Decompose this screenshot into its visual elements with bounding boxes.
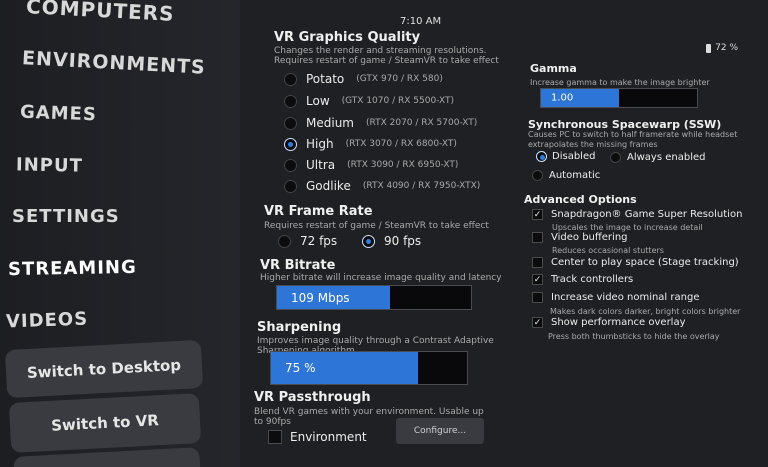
passthrough-desc-line2: to 90fps: [254, 417, 291, 427]
video-buffering-checkbox[interactable]: [532, 232, 543, 243]
advanced-options-title: Advanced Options: [524, 193, 637, 206]
option-video-buffering[interactable]: Video buffering: [532, 232, 628, 243]
ssw-option-disabled[interactable]: Disabled: [536, 151, 595, 162]
gamma-desc: Increase gamma to make the image brighte…: [530, 78, 710, 87]
switch-to-vr-button[interactable]: Switch to VR: [8, 393, 202, 453]
option-label: Track controllers: [551, 274, 634, 285]
option-label: Video buffering: [551, 232, 628, 243]
nav-item-streaming[interactable]: STREAMING: [8, 257, 137, 280]
option-label: Center to play space (Stage tracking): [551, 257, 739, 268]
quality-option-low[interactable]: Low (GTX 1070 / RX 5500-XT): [284, 94, 454, 108]
ssw-option-always[interactable]: Always enabled: [610, 152, 705, 163]
bitrate-desc: Higher bitrate will increase image quali…: [260, 273, 502, 283]
quality-gpu: (RTX 3090 / RX 6950-XT): [347, 160, 459, 170]
option-label: Snapdragon® Game Super Resolution: [551, 209, 743, 220]
battery-level: 72 %: [715, 43, 738, 53]
environment-checkbox[interactable]: [268, 430, 282, 444]
quality-label: Potato: [306, 72, 345, 86]
radio-ssw-disabled[interactable]: [536, 151, 547, 162]
quality-option-ultra[interactable]: Ultra (RTX 3090 / RX 6950-XT): [284, 158, 458, 172]
sidebar: COMPUTERS ENVIRONMENTS GAMES INPUT SETTI…: [0, 0, 240, 467]
nav-item-settings[interactable]: SETTINGS: [12, 206, 120, 227]
option-performance-overlay[interactable]: ✓ Show performance overlay: [532, 317, 686, 328]
ssw-label: Automatic: [549, 170, 601, 181]
radio-ssw-always[interactable]: [610, 152, 621, 163]
sharpening-slider[interactable]: 75 %: [270, 351, 468, 385]
option-desc: Makes dark colors darker, bright colors …: [550, 307, 741, 316]
option-label: Show performance overlay: [551, 317, 686, 328]
fps-label: 72 fps: [300, 234, 338, 248]
radio-72fps[interactable]: [278, 234, 291, 248]
nav-item-computers[interactable]: COMPUTERS: [25, 0, 175, 26]
sharpening-title: Sharpening: [257, 320, 342, 335]
battery-icon: [706, 43, 712, 53]
super-resolution-checkbox[interactable]: ✓: [532, 209, 543, 220]
nav-item-videos[interactable]: VIDEOS: [6, 309, 89, 333]
bitrate-title: VR Bitrate: [260, 258, 336, 273]
track-controllers-checkbox[interactable]: ✓: [532, 274, 543, 285]
sharpening-value: 75 %: [285, 361, 316, 375]
battery-status: 72 %: [706, 43, 738, 53]
quality-gpu: (GTX 970 / RX 580): [356, 74, 443, 84]
quality-option-godlike[interactable]: Godlike (RTX 4090 / RX 7950-XTX): [284, 179, 480, 193]
nominal-range-checkbox[interactable]: [532, 292, 543, 303]
passthrough-title: VR Passthrough: [254, 390, 371, 405]
frame-rate-title: VR Frame Rate: [264, 204, 373, 219]
gamma-value: 1.00: [551, 92, 574, 104]
frame-rate-desc: Requires restart of game / SteamVR to ta…: [264, 221, 489, 231]
fps-option-90[interactable]: 90 fps: [362, 234, 421, 248]
configure-button[interactable]: Configure...: [396, 418, 484, 444]
radio-ssw-automatic[interactable]: [532, 170, 543, 181]
radio-90fps[interactable]: [362, 234, 375, 248]
clock: 7:10 AM: [400, 16, 442, 27]
quality-label: Medium: [306, 116, 354, 130]
performance-overlay-checkbox[interactable]: ✓: [532, 317, 543, 328]
nav-item-games[interactable]: GAMES: [20, 102, 98, 126]
environment-label: Environment: [290, 430, 367, 444]
option-track-controllers[interactable]: ✓ Track controllers: [532, 274, 633, 285]
quality-gpu: (RTX 4090 / RX 7950-XTX): [362, 181, 481, 191]
bitrate-slider[interactable]: 109 Mbps: [276, 285, 472, 310]
quality-option-medium[interactable]: Medium (RTX 2070 / RX 5700-XT): [284, 116, 477, 130]
gamma-title: Gamma: [530, 62, 577, 75]
radio-medium[interactable]: [284, 116, 297, 130]
ssw-label: Disabled: [552, 151, 596, 162]
radio-godlike[interactable]: [284, 179, 297, 193]
option-desc: Reduces occasional stutters: [552, 246, 664, 255]
option-center-play-space[interactable]: Center to play space (Stage tracking): [532, 257, 739, 268]
option-super-resolution[interactable]: ✓ Snapdragon® Game Super Resolution: [532, 209, 742, 220]
quality-label: Godlike: [306, 179, 351, 193]
radio-potato[interactable]: [284, 72, 297, 86]
ssw-label: Always enabled: [627, 152, 706, 163]
fps-label: 90 fps: [384, 234, 422, 248]
nav-item-input[interactable]: INPUT: [16, 154, 83, 176]
radio-ultra[interactable]: [284, 158, 297, 172]
fps-option-72[interactable]: 72 fps: [278, 234, 337, 248]
graphics-quality-title: VR Graphics Quality: [274, 30, 421, 45]
gamma-slider[interactable]: 1.00: [540, 88, 698, 108]
quality-label: High: [306, 137, 334, 151]
option-label: Increase video nominal range: [551, 292, 700, 303]
ssw-option-automatic[interactable]: Automatic: [532, 170, 600, 181]
quality-option-potato[interactable]: Potato (GTX 970 / RX 580): [284, 72, 443, 86]
quality-gpu: (RTX 2070 / RX 5700-XT): [365, 118, 478, 128]
quality-option-high[interactable]: High (RTX 3070 / RX 6800-XT): [284, 137, 457, 151]
center-play-space-checkbox[interactable]: [532, 257, 543, 268]
radio-low[interactable]: [284, 94, 297, 108]
graphics-quality-restart-note: Requires restart of game / SteamVR to ta…: [274, 56, 499, 66]
ssw-desc: Causes PC to switch to half framerate wh…: [528, 130, 738, 139]
streaming-settings-panel: 7:10 AM 72 % VR Graphics Quality Changes…: [240, 0, 768, 467]
switch-to-desktop-button[interactable]: Switch to Desktop: [4, 339, 204, 399]
option-desc: Press both thumbsticks to hide the overl…: [548, 332, 720, 341]
radio-high[interactable]: [284, 137, 297, 151]
bitrate-value: 109 Mbps: [291, 290, 350, 305]
quality-label: Low: [306, 94, 330, 108]
quality-gpu: (GTX 1070 / RX 5500-XT): [341, 96, 454, 106]
nav-item-environments[interactable]: ENVIRONMENTS: [22, 47, 207, 79]
quality-label: Ultra: [306, 158, 336, 172]
passthrough-environment-option[interactable]: Environment: [268, 430, 367, 444]
option-nominal-range[interactable]: Increase video nominal range: [532, 292, 699, 303]
quality-gpu: (RTX 3070 / RX 6800-XT): [345, 139, 457, 149]
ssw-desc-line2: extrapolates the missing frames: [528, 140, 658, 149]
